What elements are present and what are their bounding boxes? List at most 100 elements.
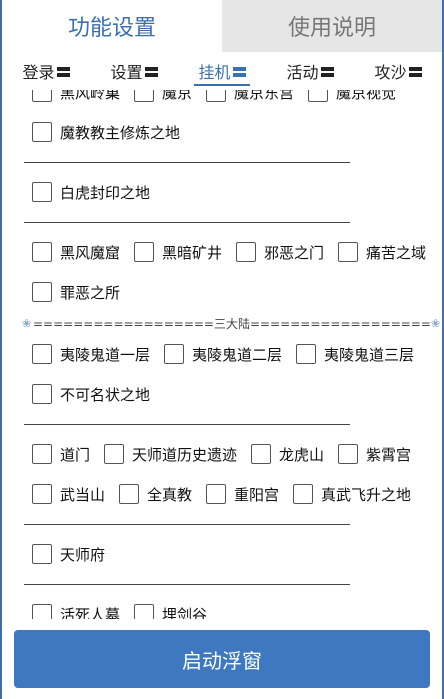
- checkbox-row: 不可名状之地: [2, 374, 442, 414]
- sub-tab-bar: 登录 设置 挂机 活动 攻沙: [2, 52, 442, 90]
- tab-instructions[interactable]: 使用说明: [222, 0, 442, 52]
- checkbox-box[interactable]: [32, 384, 52, 404]
- checkbox-box[interactable]: [32, 444, 52, 464]
- checkbox-label: 痛苦之域: [366, 243, 427, 262]
- checkbox-box[interactable]: [32, 122, 52, 142]
- checkbox-box[interactable]: [293, 484, 314, 504]
- map-checkbox[interactable]: 不可名状之地: [32, 384, 150, 405]
- continent-divider: ❀ ==================三大陆==================…: [2, 312, 442, 334]
- subtab-siege[interactable]: 攻沙: [354, 52, 442, 90]
- checkbox-label: 黑风岭巢: [60, 90, 121, 102]
- checkbox-box[interactable]: [134, 604, 155, 619]
- map-checkbox[interactable]: 天师府: [32, 544, 105, 565]
- map-checkbox[interactable]: 道门: [32, 444, 90, 465]
- section-divider: [2, 152, 442, 172]
- menu-icon: [232, 66, 246, 77]
- tab-function-settings[interactable]: 功能设置: [2, 0, 222, 52]
- map-checkbox[interactable]: 夷陵鬼道三层: [296, 344, 414, 365]
- map-checkbox[interactable]: 全真教: [119, 484, 192, 505]
- checkbox-box[interactable]: [338, 242, 359, 262]
- checkbox-label: 紫霄宫: [366, 445, 412, 464]
- map-checkbox[interactable]: 痛苦之域: [338, 242, 426, 263]
- subtab-settings[interactable]: 设置: [90, 52, 178, 90]
- checkbox-box[interactable]: [134, 90, 155, 102]
- checkbox-label: 重阳宫: [234, 485, 280, 504]
- map-checkbox[interactable]: 夷陵鬼道二层: [164, 344, 282, 365]
- checkbox-box[interactable]: [104, 444, 125, 464]
- map-checkbox[interactable]: 天师道历史遗迹: [104, 444, 237, 465]
- section-divider: [2, 514, 442, 534]
- checkbox-label: 夷陵鬼道二层: [192, 345, 283, 364]
- menu-icon: [320, 66, 334, 77]
- checkbox-label: 全真教: [147, 485, 193, 504]
- map-checkbox[interactable]: 龙虎山: [251, 444, 324, 465]
- map-checkbox[interactable]: 活死人墓: [32, 604, 121, 620]
- checkbox-box[interactable]: [32, 544, 52, 564]
- checkbox-box[interactable]: [236, 242, 257, 262]
- map-checkbox[interactable]: 真武飞升之地: [293, 484, 411, 505]
- subtab-events[interactable]: 活动: [266, 52, 354, 90]
- checkbox-label: 黑暗矿井: [162, 243, 223, 262]
- subtab-label: 设置: [110, 63, 143, 82]
- map-checkbox[interactable]: 魔京: [134, 90, 192, 103]
- checkbox-box[interactable]: [251, 444, 272, 464]
- checkbox-box[interactable]: [32, 484, 52, 504]
- map-checkbox[interactable]: 魔京视觉: [308, 90, 396, 103]
- menu-icon: [144, 66, 158, 77]
- checkbox-box[interactable]: [32, 604, 52, 619]
- checkbox-box[interactable]: [134, 242, 155, 262]
- map-checkbox[interactable]: 黑风魔窟: [32, 242, 120, 263]
- menu-icon: [408, 66, 422, 77]
- checkbox-row: 白虎封印之地: [2, 172, 442, 212]
- map-checkbox[interactable]: 夷陵鬼道一层: [32, 344, 150, 365]
- menu-icon: [56, 66, 70, 77]
- start-floating-window-button[interactable]: 启动浮窗: [14, 630, 430, 688]
- checkbox-label: 邪恶之门: [264, 243, 325, 262]
- map-checkbox[interactable]: 白虎封印之地: [32, 182, 150, 203]
- checkbox-label: 龙虎山: [279, 445, 325, 464]
- checkbox-box[interactable]: [32, 90, 52, 102]
- map-checkbox[interactable]: 魔京东宫: [206, 90, 294, 103]
- checkbox-row: 天师府: [2, 534, 442, 574]
- checkbox-row: 魔教教主修炼之地: [2, 112, 442, 152]
- map-checkbox[interactable]: 重阳宫: [206, 484, 279, 505]
- map-list-scroll[interactable]: 黑风岭巢 魔京 魔京东宫 魔京视觉 魔教教主修炼之地 白虎封印之地 黑风魔窟 黑…: [2, 90, 442, 619]
- map-checkbox[interactable]: 黑暗矿井: [134, 242, 222, 263]
- checkbox-row: 黑风魔窟 黑暗矿井 邪恶之门 痛苦之域: [2, 232, 442, 272]
- checkbox-label: 黑风魔窟: [60, 243, 121, 262]
- map-checkbox[interactable]: 魔教教主修炼之地: [32, 122, 180, 143]
- map-checkbox[interactable]: 武当山: [32, 484, 105, 505]
- checkbox-label: 真武飞升之地: [321, 485, 412, 504]
- map-checkbox[interactable]: 紫霄宫: [338, 444, 411, 465]
- checkbox-row: 武当山 全真教 重阳宫 真武飞升之地: [2, 474, 442, 514]
- checkbox-box[interactable]: [32, 344, 52, 364]
- checkbox-box[interactable]: [119, 484, 140, 504]
- checkbox-label: 魔京: [162, 90, 193, 102]
- subtab-idle[interactable]: 挂机: [178, 52, 266, 90]
- checkbox-box[interactable]: [32, 282, 52, 302]
- checkbox-box[interactable]: [308, 90, 329, 102]
- checkbox-label: 活死人墓: [60, 605, 121, 620]
- checkbox-box[interactable]: [338, 444, 359, 464]
- checkbox-row: 活死人墓 埋剑谷: [2, 594, 442, 619]
- checkbox-label: 罪恶之所: [60, 283, 121, 302]
- checkbox-label: 魔京视觉: [336, 90, 397, 102]
- subtab-login[interactable]: 登录: [2, 52, 90, 90]
- top-tab-bar: 功能设置 使用说明: [2, 0, 442, 52]
- map-checkbox[interactable]: 邪恶之门: [236, 242, 324, 263]
- checkbox-box[interactable]: [164, 344, 185, 364]
- checkbox-box[interactable]: [32, 242, 52, 262]
- checkbox-row: 罪恶之所: [2, 272, 442, 312]
- map-checkbox[interactable]: 黑风岭巢: [32, 90, 120, 103]
- checkbox-box[interactable]: [296, 344, 317, 364]
- map-checkbox[interactable]: 罪恶之所: [32, 282, 120, 303]
- checkbox-row: 夷陵鬼道一层 夷陵鬼道二层 夷陵鬼道三层: [2, 334, 442, 374]
- subtab-label: 活动: [286, 63, 319, 82]
- section-divider: [2, 212, 442, 232]
- checkbox-box[interactable]: [32, 182, 52, 202]
- subtab-label: 攻沙: [374, 63, 407, 82]
- checkbox-box[interactable]: [206, 90, 227, 102]
- checkbox-box[interactable]: [206, 484, 227, 504]
- map-checkbox[interactable]: 埋剑谷: [134, 604, 207, 619]
- checkbox-row: 黑风岭巢 魔京 魔京东宫 魔京视觉: [2, 90, 442, 112]
